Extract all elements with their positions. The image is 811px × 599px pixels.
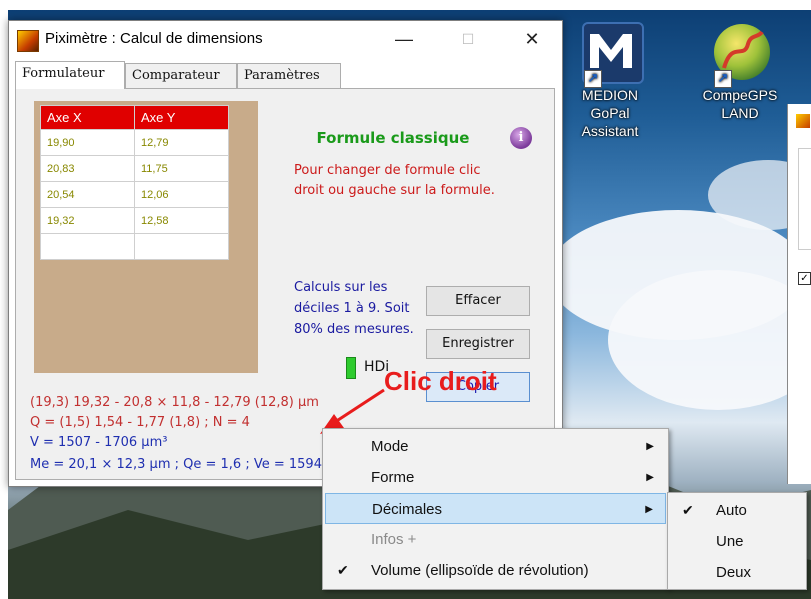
- annotation-text: Clic droit: [384, 366, 497, 396]
- window-title: Piximètre : Calcul de dimensions: [45, 30, 263, 47]
- info-icon[interactable]: i: [510, 127, 532, 149]
- table-cell[interactable]: 20,83: [40, 155, 135, 182]
- menu-item-label: Décimales: [372, 501, 443, 518]
- checkmark-icon: ✔: [682, 502, 694, 518]
- clear-button[interactable]: Effacer: [426, 286, 530, 316]
- context-menu: Mode ▶ Forme ▶ Décimales ▶ Infos + ✔ Vol…: [322, 428, 669, 590]
- table-cell[interactable]: 12,06: [134, 181, 229, 208]
- menu-item-infos[interactable]: Infos +: [323, 524, 668, 555]
- menu-item-label: Infos +: [371, 531, 417, 548]
- save-button[interactable]: Enregistrer: [426, 329, 530, 359]
- panel-frame: [798, 148, 811, 250]
- maximize-button[interactable]: ☐: [445, 21, 491, 59]
- table-cell[interactable]: 12,79: [134, 129, 229, 156]
- close-button[interactable]: ✕: [509, 21, 555, 59]
- column-header-axe-x: Axe X: [40, 105, 135, 130]
- result-line-volume[interactable]: V = 1507 - 1706 µm³: [30, 435, 167, 450]
- submenu-item-label: Auto: [716, 502, 747, 519]
- table-row: 19,90 12,79: [40, 129, 229, 156]
- column-header-axe-y: Axe Y: [134, 105, 229, 130]
- desktop-icon-label: CompeGPS: [702, 87, 778, 103]
- submenu-arrow-icon: ▶: [646, 441, 654, 452]
- medion-m-icon: ↗: [578, 22, 644, 88]
- table-cell[interactable]: 11,75: [134, 155, 229, 182]
- formula-change-hint: Pour changer de formule clic droit ou ga…: [294, 163, 495, 198]
- app-icon: [796, 114, 810, 128]
- measurement-table: Axe X Axe Y 19,90 12,79 20,83 11,75 20,5…: [40, 105, 229, 260]
- table-row: [40, 233, 229, 260]
- shortcut-arrow-icon: ↗: [584, 70, 602, 88]
- desktop-icon-label: MEDION GoPal: [582, 87, 638, 121]
- result-line-mean[interactable]: Me = 20,1 × 12,3 µm ; Qe = 1,6 ; Ve = 15…: [30, 457, 322, 472]
- table-cell[interactable]: 12,58: [134, 207, 229, 234]
- menu-item-volume[interactable]: ✔ Volume (ellipsoïde de révolution): [323, 555, 668, 586]
- submenu-item-une[interactable]: Une: [668, 526, 806, 557]
- desktop-icon-medion[interactable]: ↗ MEDION GoPal Assistant: [562, 22, 658, 140]
- checkmark-icon: ✔: [337, 562, 349, 578]
- table-cell[interactable]: [40, 233, 135, 260]
- title-bar[interactable]: Piximètre : Calcul de dimensions — ☐ ✕: [9, 21, 562, 59]
- submenu-item-deux[interactable]: Deux: [668, 557, 806, 588]
- submenu-item-auto[interactable]: ✔ Auto: [668, 495, 806, 526]
- formulateur-panel: Axe X Axe Y 19,90 12,79 20,83 11,75 20,5…: [15, 88, 555, 480]
- shortcut-arrow-icon: ↗: [714, 70, 732, 88]
- submenu-arrow-icon: ▶: [646, 472, 654, 483]
- minimize-button[interactable]: —: [381, 21, 427, 59]
- checkbox[interactable]: ✓: [798, 272, 811, 285]
- tab-parametres[interactable]: Paramètres: [237, 63, 341, 89]
- main-window: Piximètre : Calcul de dimensions — ☐ ✕ F…: [8, 20, 563, 487]
- table-row: 20,54 12,06: [40, 181, 229, 208]
- table-cell[interactable]: 19,32: [40, 207, 135, 234]
- tab-formulateur[interactable]: Formulateur: [15, 61, 125, 89]
- desktop-icon-compegps[interactable]: ↗ CompeGPS LAND: [692, 22, 788, 122]
- measurement-grid-area: Axe X Axe Y 19,90 12,79 20,83 11,75 20,5…: [34, 101, 258, 373]
- m-letter-icon: [590, 34, 632, 68]
- menu-item-label: Mode: [371, 438, 409, 455]
- menu-item-decimales[interactable]: Décimales ▶: [325, 493, 666, 524]
- table-cell[interactable]: 20,54: [40, 181, 135, 208]
- desktop-icon-label: Assistant: [581, 123, 639, 139]
- formula-title[interactable]: Formule classique: [308, 129, 478, 147]
- submenu-item-label: Deux: [716, 564, 752, 581]
- menu-item-mode[interactable]: Mode ▶: [323, 431, 668, 462]
- desktop-icon-label: LAND: [721, 105, 759, 121]
- tab-comparateur[interactable]: Comparateur: [125, 63, 237, 89]
- decimales-submenu: ✔ Auto Une Deux: [667, 492, 807, 590]
- submenu-item-label: Une: [716, 533, 744, 550]
- submenu-arrow-icon: ▶: [645, 504, 653, 515]
- menu-item-forme[interactable]: Forme ▶: [323, 462, 668, 493]
- hd-indicator-icon: [346, 357, 356, 379]
- table-row: 20,83 11,75: [40, 155, 229, 182]
- cloud: [608, 270, 811, 410]
- background-window[interactable]: ✓: [787, 104, 811, 484]
- table-row: 19,32 12,58: [40, 207, 229, 234]
- compegps-globe-icon: ↗: [708, 22, 772, 88]
- result-line-quotient[interactable]: Q = (1,5) 1,54 - 1,77 (1,8) ; N = 4: [30, 415, 250, 430]
- table-cell[interactable]: [134, 233, 229, 260]
- calculation-note: Calculs sur les déciles 1 à 9. Soit 80% …: [294, 280, 414, 337]
- result-line-dimensions[interactable]: (19,3) 19,32 - 20,8 × 11,8 - 12,79 (12,8…: [30, 395, 319, 410]
- app-icon: [17, 30, 39, 52]
- table-cell[interactable]: 19,90: [40, 129, 135, 156]
- menu-item-label: Volume (ellipsoïde de révolution): [371, 562, 589, 579]
- menu-item-label: Forme: [371, 469, 415, 486]
- table-header-row: Axe X Axe Y: [40, 105, 229, 130]
